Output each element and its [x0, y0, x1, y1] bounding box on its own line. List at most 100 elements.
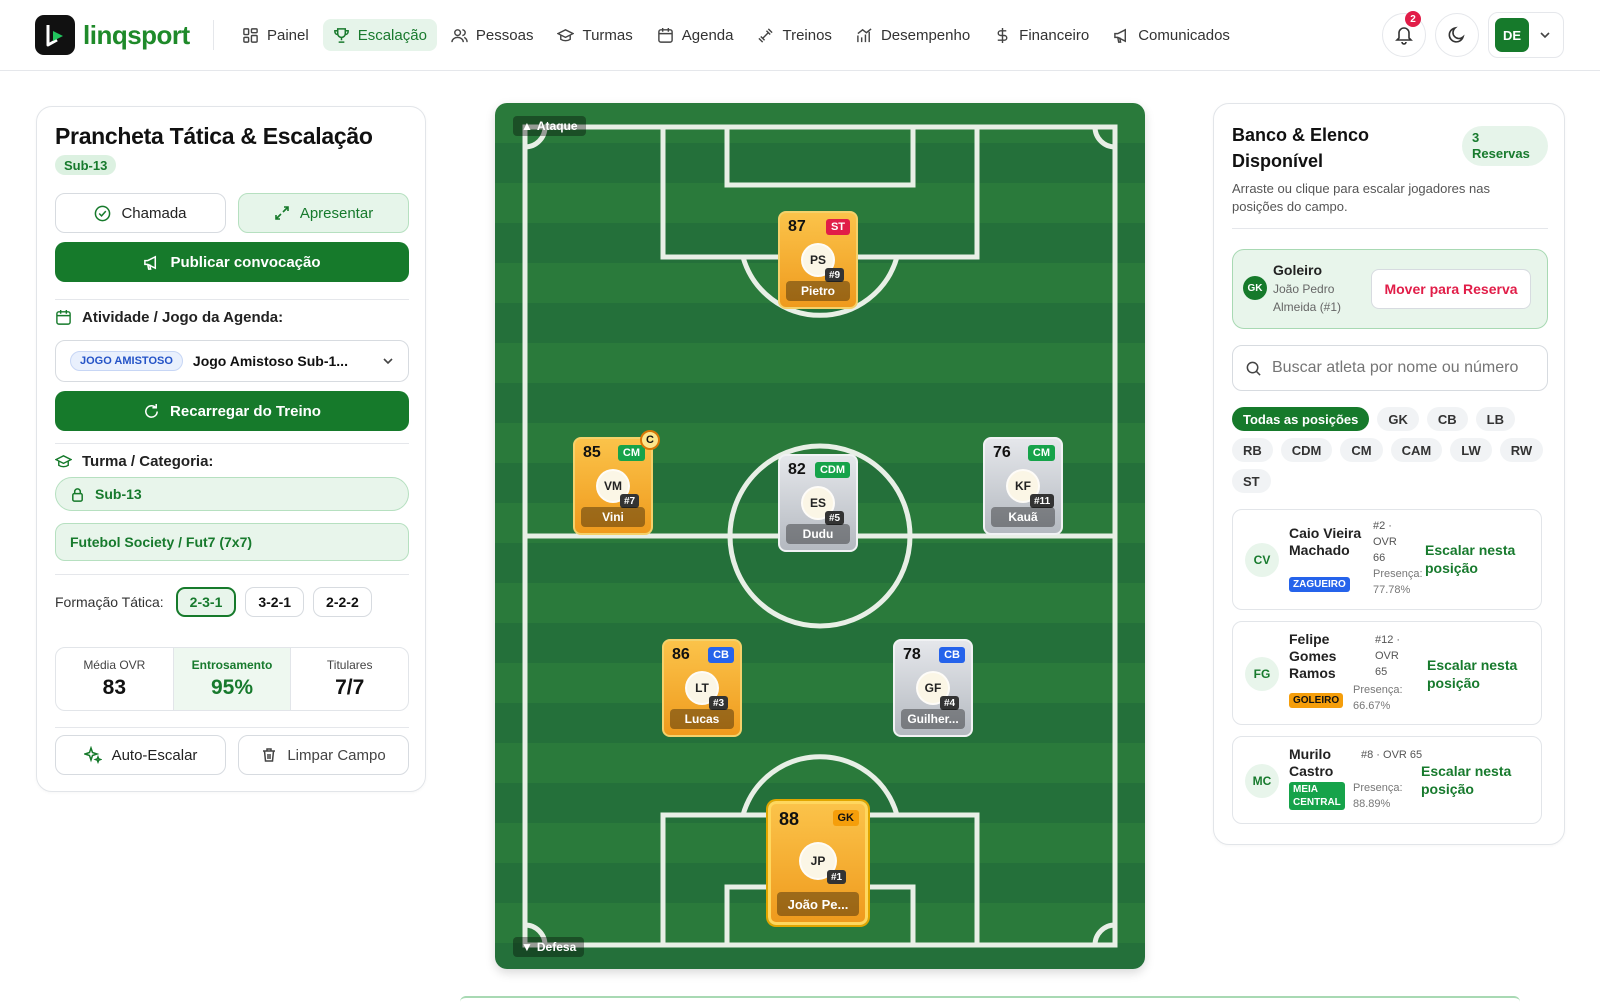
defense-zone-label: ▼ Defesa	[513, 937, 585, 957]
bench-player-card[interactable]: MC Murilo Castro MEIA CENTRAL #8 · OVR 6…	[1232, 736, 1542, 824]
chip-st[interactable]: ST	[1232, 469, 1271, 493]
bench-panel: Banco & Elenco Disponível 3 Reservas Arr…	[1213, 103, 1565, 845]
bench-player-presence: Presença: 88.89%	[1353, 782, 1403, 810]
player-card-cb-left[interactable]: 86 CB LT #3 Lucas	[662, 639, 742, 737]
player-card-gk[interactable]: 88 GK JP #1 João Pe...	[768, 801, 868, 925]
stat-media-ovr: Média OVR 83	[56, 648, 174, 710]
player-name: Pietro	[786, 281, 850, 301]
nav-comunicados[interactable]: Comunicados	[1103, 19, 1240, 51]
bench-player-role: ZAGUEIRO	[1289, 577, 1350, 592]
chip-lb[interactable]: LB	[1475, 407, 1515, 431]
nav-financeiro[interactable]: Financeiro	[984, 19, 1099, 51]
bench-player-role: MEIA CENTRAL	[1289, 782, 1345, 810]
logo-text: linqsport	[83, 19, 190, 50]
player-card-cdm[interactable]: 82 CDM ES #5 Dudu	[778, 454, 858, 552]
nav-pessoas[interactable]: Pessoas	[441, 19, 544, 51]
bench-player-presence: Presença: 66.67%	[1353, 684, 1403, 712]
chip-cm[interactable]: CM	[1340, 438, 1383, 462]
calendar-icon	[657, 27, 673, 43]
bench-description: Arraste ou clique para escalar jogadores…	[1232, 181, 1490, 214]
formation-2-3-1-button[interactable]: 2-3-1	[175, 587, 237, 617]
bench-player-name: Murilo Castro	[1289, 746, 1334, 779]
apresentar-button[interactable]: Apresentar	[238, 193, 409, 233]
formation-3-2-1-button[interactable]: 3-2-1	[245, 587, 305, 617]
nav-label: Comunicados	[1138, 26, 1230, 44]
position-filter-chips: Todas as posições GK CB LB RB CDM CM CAM…	[1232, 407, 1552, 493]
publicar-convocacao-button[interactable]: Publicar convocação	[55, 242, 409, 282]
nav-desempenho[interactable]: Desempenho	[846, 19, 980, 51]
reload-from-training-button[interactable]: Recarregar do Treino	[55, 391, 409, 431]
bench-player-presence: Presença: 77.78%	[1373, 568, 1423, 596]
chip-all[interactable]: Todas as posições	[1232, 407, 1370, 431]
chip-cb[interactable]: CB	[1426, 407, 1468, 431]
auto-escalar-label: Auto-Escalar	[111, 746, 198, 764]
chip-rb[interactable]: RB	[1232, 438, 1273, 462]
bench-player-card[interactable]: FG Felipe Gomes Ramos GOLEIRO #12 · OVR …	[1232, 621, 1542, 725]
player-card-cm-right[interactable]: 76 CM KF #11 Kauã	[983, 437, 1063, 535]
nav-escalacao[interactable]: Escalação	[322, 19, 437, 51]
stat-value: 7/7	[335, 676, 365, 699]
chip-cdm[interactable]: CDM	[1280, 438, 1333, 462]
lock-icon	[72, 487, 83, 502]
player-position: CB	[939, 647, 965, 663]
nav-label: Escalação	[357, 26, 427, 44]
chip-rw[interactable]: RW	[1499, 438, 1544, 462]
auto-escalar-button[interactable]: Auto-Escalar	[55, 735, 226, 775]
logo[interactable]: linqsport	[35, 15, 190, 55]
chip-cam[interactable]: CAM	[1390, 438, 1443, 462]
move-to-reserve-button[interactable]: Mover para Reserva	[1371, 269, 1531, 309]
player-ovr: 86	[672, 646, 690, 663]
formation-row: Formação Tática: 2-3-1 3-2-1 2-2-2	[55, 587, 372, 617]
player-name: Kauã	[991, 507, 1055, 527]
escalar-button[interactable]: Escalar nesta posição	[1425, 541, 1535, 577]
divider	[55, 574, 409, 575]
refresh-icon	[145, 403, 158, 418]
player-card-cb-right[interactable]: 78 CB GF #4 Guilher...	[893, 639, 973, 737]
captain-badge: C	[640, 430, 660, 450]
escalar-button[interactable]: Escalar nesta posição	[1427, 656, 1537, 692]
position-badge: GK	[1243, 276, 1267, 300]
trophy-icon	[333, 27, 349, 43]
limpar-campo-button[interactable]: Limpar Campo	[238, 735, 409, 775]
graduation-cap-icon	[557, 28, 575, 41]
chip-lw[interactable]: LW	[1450, 438, 1492, 462]
divider	[1232, 228, 1548, 229]
turma-field: Sub-13	[55, 477, 409, 511]
top-navigation-bar: linqsport Painel Escalação Pessoas Turma…	[0, 0, 1600, 71]
notifications-button[interactable]: 2	[1382, 11, 1426, 57]
dollar-icon	[997, 27, 1008, 43]
user-menu-button[interactable]: DE	[1488, 12, 1564, 58]
player-position: GK	[832, 810, 859, 826]
player-name: João Pe...	[777, 892, 859, 916]
position-player: João Pedro Almeida (#1)	[1273, 282, 1342, 314]
modalidade-value: Futebol Society / Fut7 (7x7)	[70, 534, 253, 550]
search-input[interactable]	[1272, 359, 1526, 377]
player-position: CDM	[814, 462, 850, 478]
player-position: ST	[825, 219, 850, 235]
player-card-st[interactable]: 87 ST PS #9 Pietro	[778, 211, 858, 309]
bench-player-card[interactable]: CV Caio Vieira Machado ZAGUEIRO #2 · OVR…	[1232, 509, 1542, 610]
formation-2-2-2-button[interactable]: 2-2-2	[313, 587, 372, 617]
theme-toggle-button[interactable]	[1435, 13, 1479, 57]
escalar-button[interactable]: Escalar nesta posição	[1421, 762, 1533, 798]
nav-agenda[interactable]: Agenda	[647, 19, 744, 51]
nav-painel[interactable]: Painel	[232, 19, 319, 51]
activity-select[interactable]: JOGO AMISTOSO Jogo Amistoso Sub-1...	[55, 340, 409, 382]
chevron-down-icon	[383, 358, 393, 365]
nav-treinos[interactable]: Treinos	[747, 19, 841, 51]
player-number: #3	[709, 696, 729, 710]
player-name: Lucas	[670, 709, 734, 729]
chamada-button[interactable]: Chamada	[55, 193, 226, 233]
chip-gk[interactable]: GK	[1377, 407, 1419, 431]
stat-label: Média OVR	[83, 658, 146, 672]
divider	[213, 20, 214, 50]
nav-turmas[interactable]: Turmas	[547, 19, 642, 51]
nav-label: Turmas	[582, 26, 633, 44]
athlete-search[interactable]	[1232, 345, 1548, 391]
activity-type-tag: JOGO AMISTOSO	[70, 351, 183, 371]
stat-value: 95%	[210, 676, 254, 699]
player-name: Dudu	[786, 524, 850, 544]
player-card-cm-left[interactable]: 85 CM VM #7 Vini C	[573, 430, 660, 535]
nav-label: Painel	[267, 26, 309, 44]
player-number: #1	[827, 870, 847, 884]
